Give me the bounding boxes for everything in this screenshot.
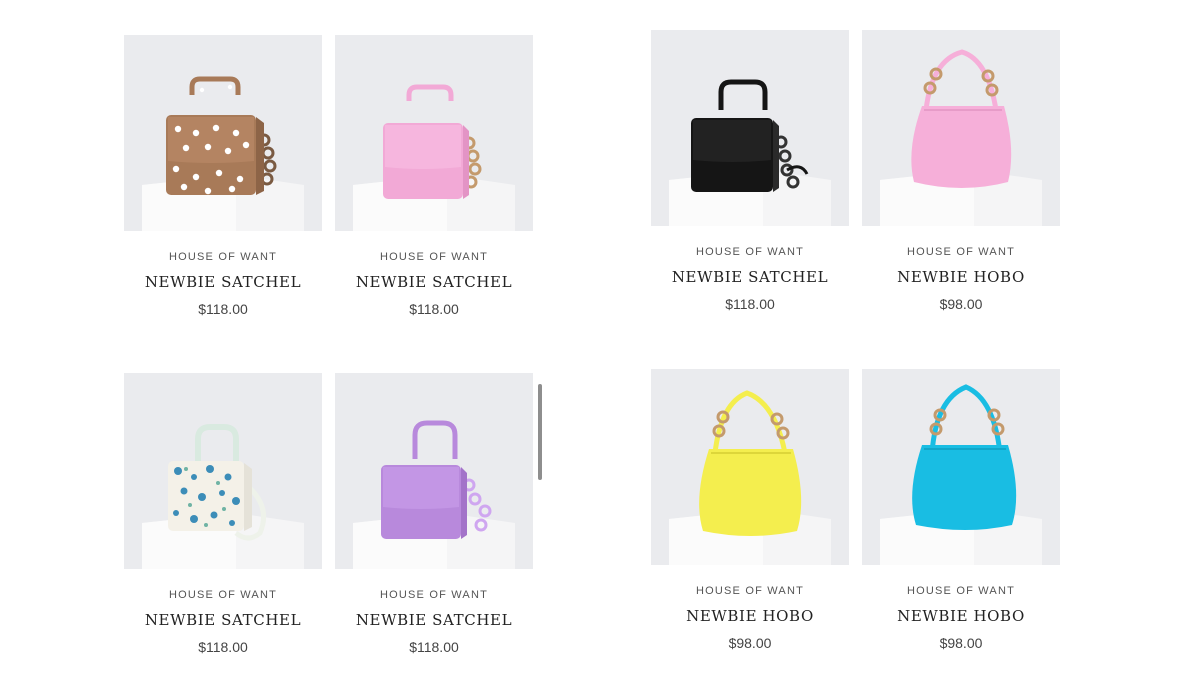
product-name[interactable]: NEWBIE HOBO xyxy=(862,268,1060,286)
product-brand: HOUSE OF WANT xyxy=(695,585,805,597)
product-name[interactable]: NEWBIE HOBO xyxy=(862,607,1060,625)
product-image[interactable] xyxy=(335,373,533,569)
product-card[interactable]: HOUSE OF WANT NEWBIE SATCHEL $118.00 xyxy=(335,373,533,663)
product-card[interactable]: HOUSE OF WANT NEWBIE HOBO $98.00 xyxy=(862,30,1060,320)
product-brand: HOUSE OF WANT xyxy=(379,251,489,263)
product-price: $98.00 xyxy=(728,635,772,651)
product-price: $118.00 xyxy=(198,301,248,317)
product-image[interactable] xyxy=(335,35,533,231)
product-card[interactable]: HOUSE OF WANT NEWBIE HOBO $98.00 xyxy=(651,369,849,659)
product-brand: HOUSE OF WANT xyxy=(168,589,278,601)
product-brand: HOUSE OF WANT xyxy=(379,589,489,601)
product-price: $118.00 xyxy=(409,301,459,317)
product-price: $118.00 xyxy=(725,296,775,312)
product-name[interactable]: NEWBIE SATCHEL xyxy=(335,611,533,629)
product-name[interactable]: NEWBIE SATCHEL xyxy=(124,273,322,291)
product-price: $98.00 xyxy=(939,296,983,312)
product-image[interactable] xyxy=(862,369,1060,565)
product-card[interactable]: HOUSE OF WANT NEWBIE SATCHEL $118.00 xyxy=(124,373,322,663)
product-brand: HOUSE OF WANT xyxy=(906,585,1016,597)
product-image[interactable] xyxy=(651,30,849,226)
product-brand: HOUSE OF WANT xyxy=(695,246,805,258)
product-card[interactable]: HOUSE OF WANT NEWBIE SATCHEL $118.00 xyxy=(124,35,322,325)
product-image[interactable] xyxy=(862,30,1060,226)
product-name[interactable]: NEWBIE SATCHEL xyxy=(335,273,533,291)
scrollbar-thumb[interactable] xyxy=(538,384,542,480)
product-name[interactable]: NEWBIE SATCHEL xyxy=(651,268,849,286)
product-image[interactable] xyxy=(124,35,322,231)
product-brand: HOUSE OF WANT xyxy=(168,251,278,263)
product-name[interactable]: NEWBIE SATCHEL xyxy=(124,611,322,629)
product-card[interactable]: HOUSE OF WANT NEWBIE SATCHEL $118.00 xyxy=(651,30,849,320)
product-card[interactable]: HOUSE OF WANT NEWBIE SATCHEL $118.00 xyxy=(335,35,533,325)
product-brand: HOUSE OF WANT xyxy=(906,246,1016,258)
product-name[interactable]: NEWBIE HOBO xyxy=(651,607,849,625)
product-image[interactable] xyxy=(124,373,322,569)
product-price: $98.00 xyxy=(939,635,983,651)
product-price: $118.00 xyxy=(198,639,248,655)
product-image[interactable] xyxy=(651,369,849,565)
product-card[interactable]: HOUSE OF WANT NEWBIE HOBO $98.00 xyxy=(862,369,1060,659)
product-price: $118.00 xyxy=(409,639,459,655)
